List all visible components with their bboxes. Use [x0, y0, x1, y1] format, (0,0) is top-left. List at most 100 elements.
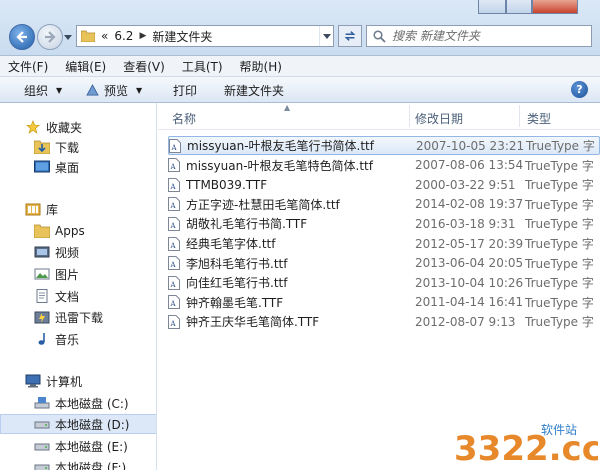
nav-computer-label: 计算机: [46, 374, 83, 389]
organize-button[interactable]: 组织 ▼: [24, 82, 62, 99]
breadcrumb-item-current[interactable]: 新建文件夹: [152, 28, 212, 45]
system-drive-icon: [34, 397, 50, 409]
preview-button[interactable]: 预览 ▼: [86, 82, 142, 99]
nav-computer[interactable]: 计算机: [0, 371, 156, 391]
nav-music[interactable]: 音乐: [0, 329, 156, 349]
file-type: TrueType 字: [525, 237, 594, 251]
file-row[interactable]: A 向佳红毛笔行书.ttf 2013-10-04 10:26 TrueType 字: [168, 273, 600, 292]
search-input[interactable]: [392, 29, 582, 43]
refresh-button[interactable]: [338, 25, 362, 47]
file-date: 2014-02-08 19:37: [415, 197, 524, 212]
file-date: 2007-08-06 13:54: [415, 158, 524, 173]
picture-library-icon: [34, 268, 50, 280]
nav-disk-e[interactable]: 本地磁盘 (E:): [0, 436, 156, 456]
svg-text:A: A: [170, 261, 177, 269]
downloads-folder-icon: [34, 140, 50, 154]
breadcrumb-item-6-2[interactable]: 6.2: [114, 29, 133, 43]
breadcrumb-overflow[interactable]: «: [101, 29, 108, 43]
chevron-down-icon: [322, 34, 331, 39]
svg-text:A: A: [170, 163, 177, 171]
nav-thunder-downloads[interactable]: 迅雷下载: [0, 307, 156, 327]
nav-disk-d[interactable]: 本地磁盘 (D:): [0, 414, 156, 434]
file-type: TrueType 字: [526, 139, 595, 153]
font-file-icon: A: [169, 138, 181, 153]
close-window-button[interactable]: [532, 0, 578, 14]
file-name: 向佳红毛笔行书.ttf: [186, 276, 288, 291]
column-header-date[interactable]: 修改日期: [415, 110, 463, 127]
preview-icon: [86, 84, 99, 96]
menu-edit[interactable]: 编辑(E): [65, 58, 106, 75]
menu-file[interactable]: 文件(F): [8, 58, 48, 75]
nav-videos[interactable]: 视频: [0, 242, 156, 262]
document-library-icon: [36, 289, 48, 303]
nav-desktop[interactable]: 桌面: [0, 157, 156, 177]
chevron-right-icon[interactable]: ▶: [139, 31, 146, 41]
nav-disk-d-label: 本地磁盘 (D:): [55, 417, 130, 432]
file-name: missyuan-叶根友毛笔特色简体.ttf: [186, 158, 373, 173]
file-row[interactable]: A 方正字迹-杜慧田毛笔简体.ttf 2014-02-08 19:37 TrueTyp…: [168, 195, 600, 214]
minimize-button[interactable]: [478, 0, 506, 14]
back-button[interactable]: [9, 24, 35, 50]
nav-disk-f-label: 本地磁盘 (F:): [55, 460, 127, 470]
svg-text:A: A: [170, 202, 177, 210]
font-file-icon: A: [168, 158, 180, 173]
hard-drive-icon: [34, 464, 50, 470]
nav-disk-c[interactable]: 本地磁盘 (C:): [0, 393, 156, 413]
nav-pictures[interactable]: 图片: [0, 264, 156, 284]
file-date: 2007-10-05 23:21: [416, 138, 525, 153]
menu-view[interactable]: 查看(V): [123, 58, 165, 75]
menu-tools[interactable]: 工具(T): [182, 58, 223, 75]
nav-favorites[interactable]: 收藏夹: [0, 117, 156, 137]
new-folder-button[interactable]: 新建文件夹: [224, 82, 284, 99]
file-row[interactable]: A 李旭科毛笔行书.ttf 2013-06-04 20:05 TrueType 字: [168, 254, 600, 273]
file-row[interactable]: A 钟齐翰墨毛笔.TTF 2011-04-14 16:41 TrueType 字: [168, 293, 600, 312]
file-row[interactable]: A 钟齐王庆华毛笔简体.TTF 2012-08-07 9:13 TrueType 字: [168, 312, 600, 331]
file-date: 2012-05-17 20:39: [415, 236, 524, 251]
help-button[interactable]: ?: [571, 81, 588, 98]
nav-downloads[interactable]: 下载: [0, 137, 156, 157]
sort-ascending-icon: ▲: [284, 103, 291, 112]
address-dropdown-button[interactable]: [319, 26, 333, 46]
file-row[interactable]: Amissyuan-叶根友毛笔行书简体.ttf 2007-10-05 23:21 T…: [168, 136, 600, 155]
forward-button[interactable]: [37, 24, 63, 50]
column-divider[interactable]: [409, 105, 410, 127]
watermark-tag: 软件站: [541, 423, 577, 437]
nav-apps[interactable]: Apps: [0, 221, 156, 241]
search-box[interactable]: [366, 25, 592, 47]
arrow-right-icon: [45, 31, 56, 43]
recent-pages-dropdown-icon[interactable]: [64, 33, 72, 41]
file-row[interactable]: A 经典毛笔字体.ttf 2012-05-17 20:39 TrueType 字: [168, 234, 600, 253]
hard-drive-icon: [34, 421, 50, 429]
file-type: TrueType 字: [525, 197, 594, 212]
print-button[interactable]: 打印: [173, 82, 197, 99]
address-bar-area: « 6.2 ▶ 新建文件夹: [0, 0, 600, 56]
nav-disk-f[interactable]: 本地磁盘 (F:): [0, 457, 156, 470]
svg-text:A: A: [170, 183, 177, 191]
file-name: 方正字迹-杜慧田毛笔简体.ttf: [186, 197, 340, 212]
music-note-icon: [38, 333, 45, 345]
maximize-button[interactable]: [506, 0, 532, 14]
column-divider[interactable]: [519, 105, 520, 127]
print-label: 打印: [173, 84, 198, 98]
nav-downloads-label: 下载: [55, 140, 80, 155]
file-type: TrueType 字: [525, 295, 594, 310]
file-name: TTMB039.TTF: [186, 177, 268, 192]
organize-label: 组织: [24, 84, 49, 98]
column-header-name[interactable]: 名称: [172, 110, 196, 127]
menu-help[interactable]: 帮助(H): [240, 58, 282, 75]
file-name: 钟齐翰墨毛笔.TTF: [186, 295, 284, 310]
font-file-icon: A: [168, 275, 180, 290]
column-header-type[interactable]: 类型: [527, 110, 551, 127]
file-type: TrueType 字: [525, 256, 594, 271]
video-library-icon: [34, 246, 50, 258]
file-date: 2000-03-22 9:51: [415, 177, 516, 192]
file-row[interactable]: A TTMB039.TTF 2000-03-22 9:51 TrueType 字: [168, 175, 600, 194]
nav-documents[interactable]: 文档: [0, 286, 156, 306]
file-row[interactable]: A 胡敬礼毛笔行书简.TTF 2016-03-18 9:31 TrueType 字: [168, 214, 600, 233]
file-row[interactable]: Amissyuan-叶根友毛笔特色简体.ttf 2007-08-06 13:54 T…: [168, 156, 600, 175]
file-date: 2012-08-07 9:13: [415, 314, 516, 329]
breadcrumb[interactable]: « 6.2 ▶ 新建文件夹: [76, 25, 334, 47]
command-bar: 组织 ▼ 预览 ▼ 打印 新建文件夹 ?: [0, 77, 600, 103]
nav-library[interactable]: 库: [0, 199, 156, 219]
arrow-left-icon: [16, 31, 27, 43]
